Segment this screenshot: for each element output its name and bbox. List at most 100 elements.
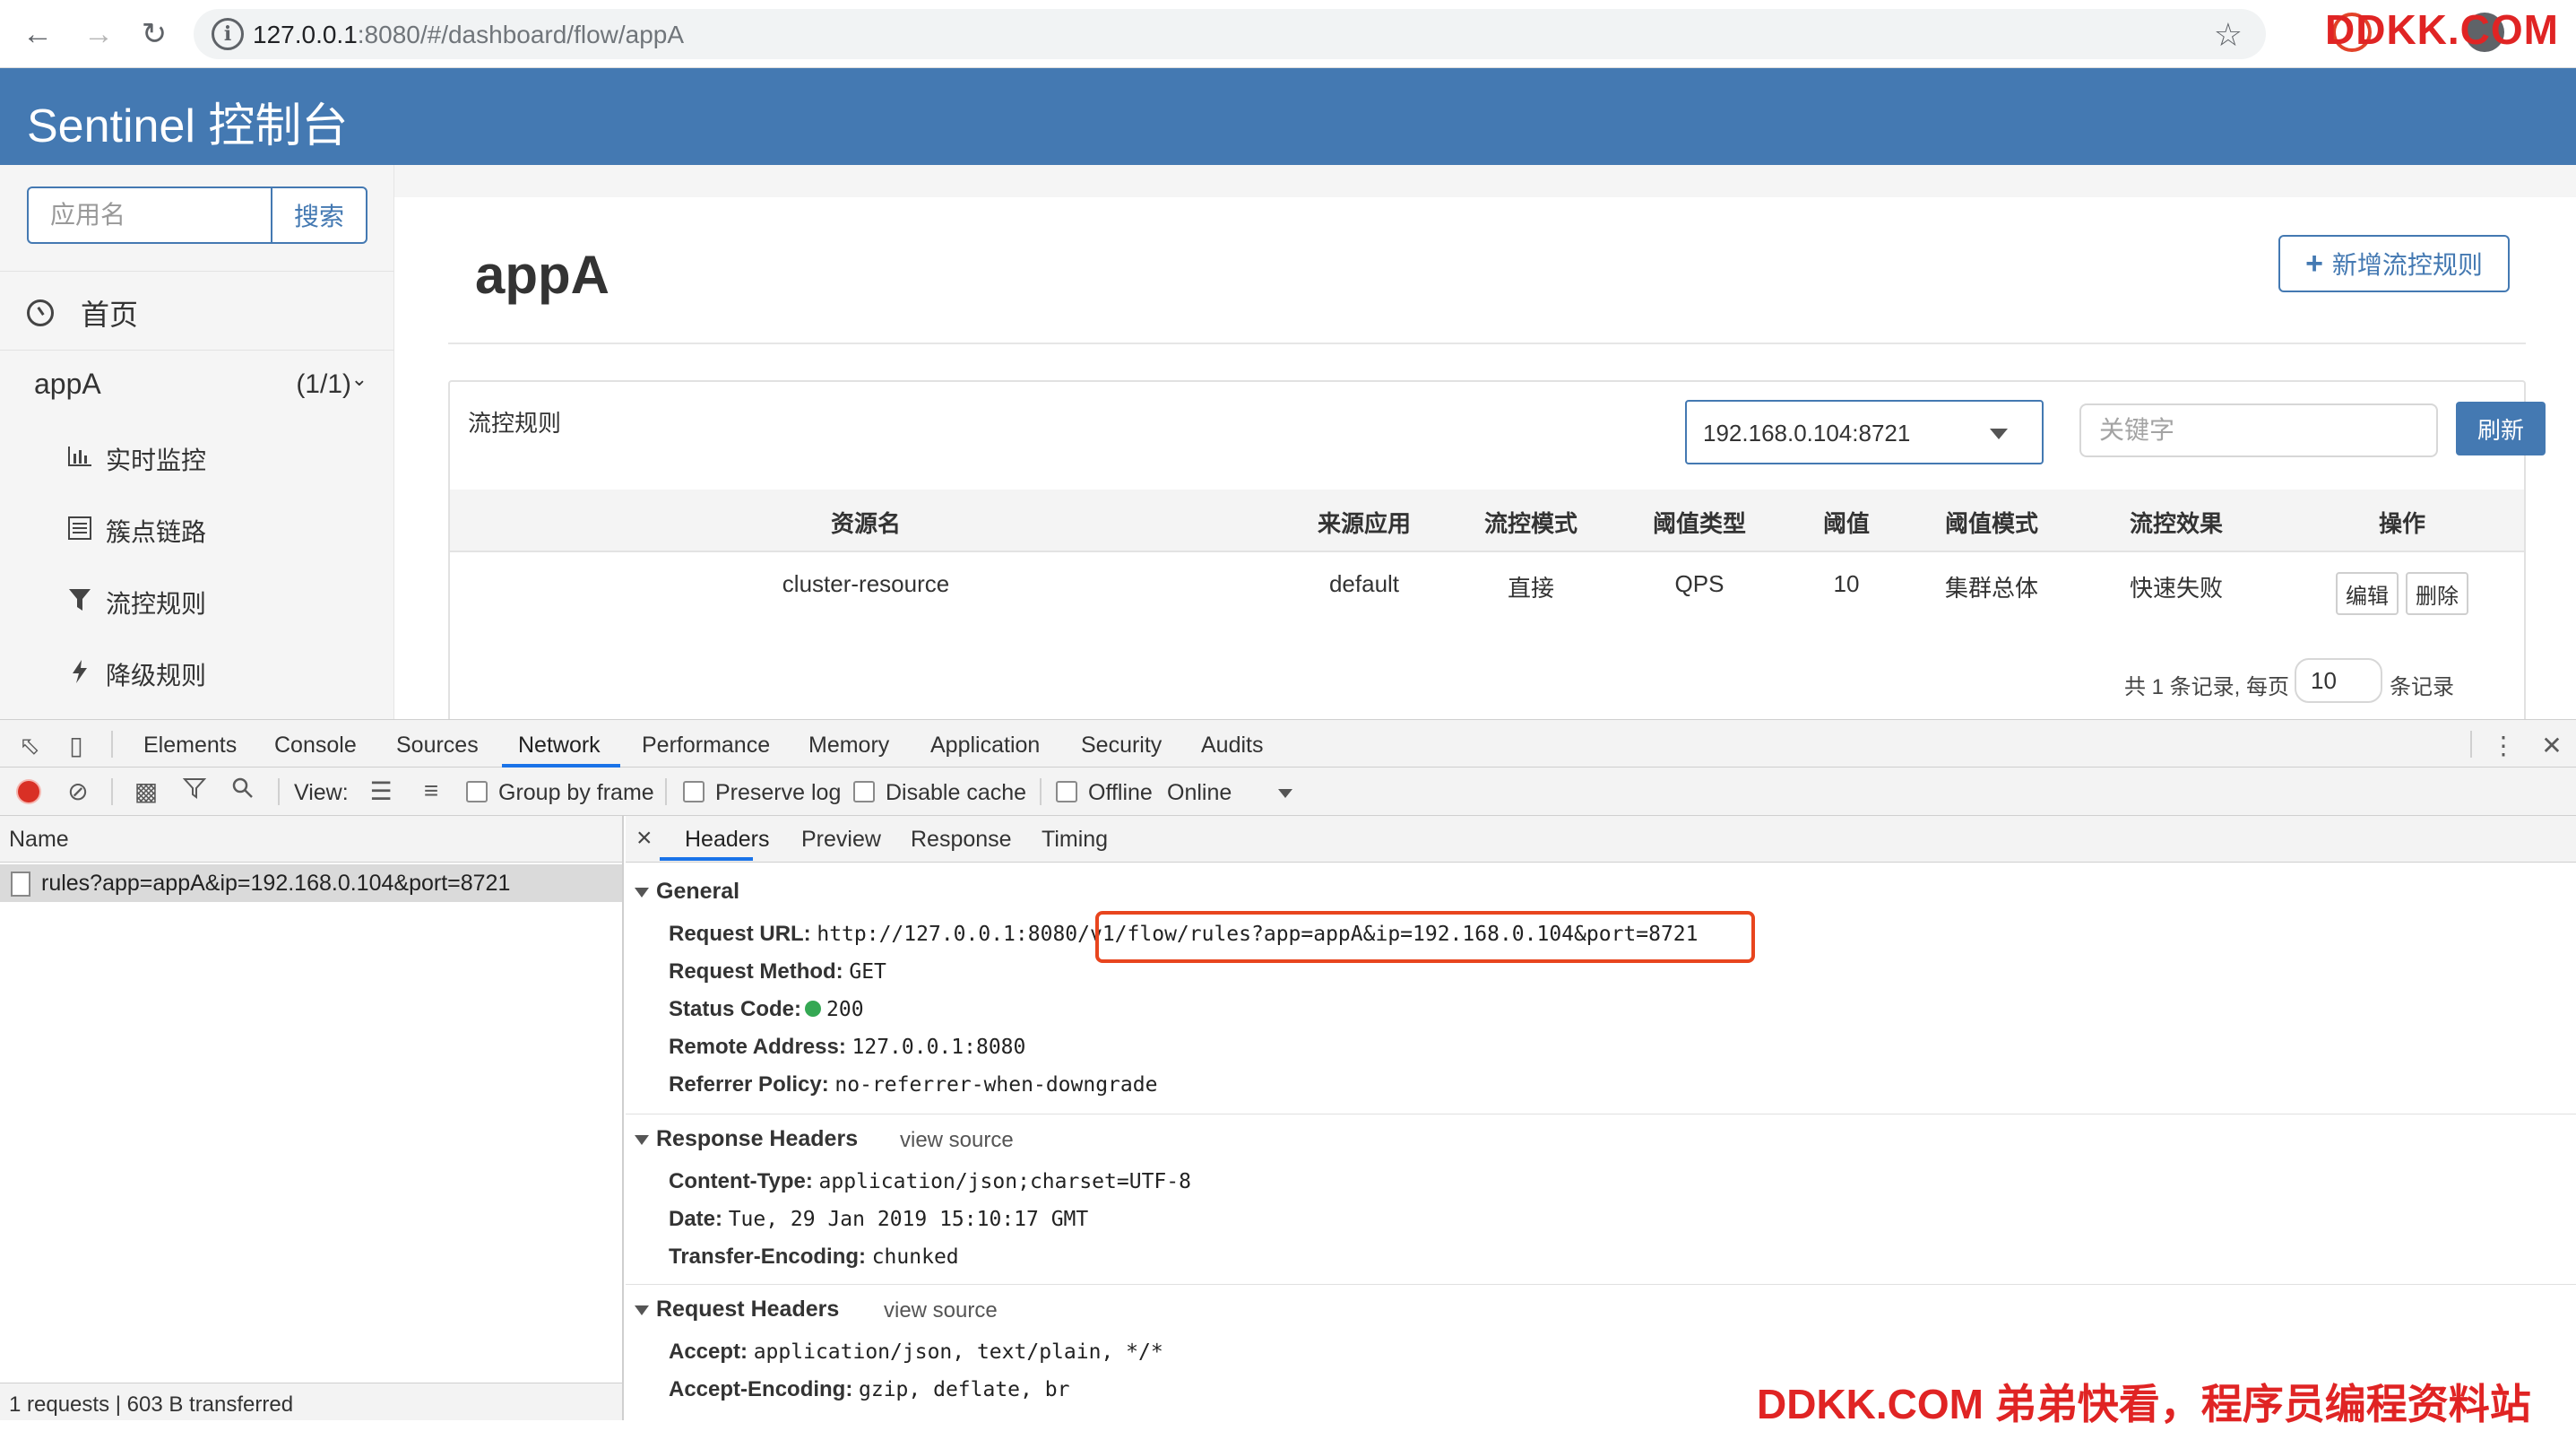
section-request-headers-toggle[interactable]: Request Headers [635,1297,839,1323]
edit-button[interactable]: 编辑 [2336,572,2399,615]
disable-cache-checkbox[interactable] [853,781,875,802]
panel-title: 流控规则 [468,410,562,437]
bookmark-star-icon[interactable]: ☆ [2214,16,2243,54]
main-content: appA + 新增流控规则 流控规则 192.168.0.104:8721 刷新… [394,165,2576,739]
device-toggle-icon[interactable]: ▯ [61,731,91,760]
reload-icon[interactable]: ↻ [133,13,176,56]
app-title[interactable]: Sentinel 控制台 [27,88,348,155]
column-header: 操作 [2378,510,2426,537]
back-arrow-icon[interactable]: ← [16,13,59,56]
watermark-logo: DDKK.COM [2325,6,2559,53]
column-header: 阈值类型 [1652,510,1747,537]
filter-icon[interactable] [179,776,210,806]
offline-checkbox[interactable] [1056,781,1077,802]
camera-icon[interactable]: ▩ [131,776,161,806]
sidebar-item-label: 降级规则 [106,662,207,689]
group-by-frame-checkbox[interactable] [466,781,488,802]
sidebar-divider [0,350,394,351]
section-general-toggle[interactable]: General [635,879,739,905]
sidebar: 搜索 首页 appA (1/1) ⌄ 实时监控 簇点链路 流控规则 降级规则 [0,165,394,719]
add-flow-rule-button[interactable]: + 新增流控规则 [2278,235,2510,292]
preserve-log-label: Preserve log [715,780,842,805]
request-list-header: Name [0,816,622,863]
search-icon[interactable] [228,776,258,806]
tab-security[interactable]: Security [1081,733,1162,759]
header-referrer-policy: Referrer Policy: no-referrer-when-downgr… [669,1072,1158,1097]
header-date: Date: Tue, 29 Jan 2019 15:10:17 GMT [669,1207,1089,1231]
bolt-icon [65,659,95,690]
tab-sources[interactable]: Sources [396,733,479,759]
tab-response[interactable]: Response [911,827,1012,853]
large-rows-icon[interactable]: ☰ [366,776,396,806]
app-name: appA [34,368,101,400]
app-search-button[interactable]: 搜索 [271,186,367,244]
tab-preview[interactable]: Preview [801,827,881,853]
machine-select[interactable]: 192.168.0.104:8721 [1685,400,2044,464]
tab-console[interactable]: Console [274,733,357,759]
address-url: 127.0.0.1:8080/#/dashboard/flow/appA [253,21,685,48]
sidebar-item-flow-rules[interactable]: 流控规则 [65,581,206,624]
tab-elements[interactable]: Elements [143,733,237,759]
page-title: appA [475,245,609,305]
tab-network[interactable]: Network [518,733,601,759]
tab-headers[interactable]: Headers [685,827,770,853]
page-size-input[interactable]: 10 [2295,658,2382,703]
sidebar-item-realtime-monitor[interactable]: 实时监控 [65,438,206,481]
section-title: Request Headers [656,1297,840,1322]
tab-application[interactable]: Application [930,733,1040,759]
address-bar[interactable]: i 127.0.0.1:8080/#/dashboard/flow/appA ☆ [194,9,2266,59]
request-view-source-link[interactable]: view source [884,1298,998,1323]
table-row: cluster-resource default 直接 QPS 10 集群总体 … [450,552,2524,628]
response-view-source-link[interactable]: view source [900,1128,1014,1153]
site-info-icon[interactable]: i [212,18,244,50]
offline-label: Offline [1088,780,1153,805]
tab-memory[interactable]: Memory [808,733,889,759]
document-icon [11,872,30,897]
devtools-panel: ⬁ ▯ Elements Console Sources Network Per… [0,719,2576,1420]
column-header-name[interactable]: Name [9,827,69,853]
delete-button[interactable]: 删除 [2406,572,2468,615]
header-content-type: Content-Type: application/json;charset=U… [669,1169,1191,1193]
url-highlight-annotation [1095,911,1755,963]
header-status-code: Status Code: 200 [669,997,864,1021]
active-tab-indicator [660,857,753,861]
column-header: 来源应用 [1317,510,1412,537]
waterfall-icon[interactable]: ≡ [416,776,446,805]
clear-icon[interactable]: ⊘ [63,776,93,806]
request-row[interactable]: rules?app=appA&ip=192.168.0.104&port=872… [0,864,622,902]
sidebar-item-cluster-chain[interactable]: 簇点链路 [65,509,206,552]
section-title: General [656,879,740,904]
tab-audits[interactable]: Audits [1201,733,1263,759]
pager-suffix-text: 条记录 [2390,675,2454,699]
record-icon[interactable] [18,781,39,802]
watermark-footer: DDKK.COM 弟弟快看，程序员编程资料站 [1757,1381,2531,1427]
preserve-log-checkbox[interactable] [683,781,705,802]
sidebar-item-degrade-rules[interactable]: 降级规则 [65,653,206,696]
header-accept-encoding: Accept-Encoding: gzip, deflate, br [669,1377,1070,1401]
sidebar-item-home[interactable]: 首页 [27,291,138,335]
sidebar-app-appA[interactable]: appA (1/1) ⌄ [34,362,367,407]
app-search-input[interactable] [27,186,271,244]
tab-performance[interactable]: Performance [642,733,770,759]
tab-timing[interactable]: Timing [1042,827,1108,853]
sidebar-item-label: 首页 [81,299,139,331]
caret-down-icon [1990,429,2008,439]
section-response-headers-toggle[interactable]: Response Headers [635,1126,858,1152]
throttle-select[interactable]: Online [1167,780,1232,806]
cell-grade: QPS [1674,570,1725,597]
refresh-button[interactable]: 刷新 [2456,402,2546,455]
inspect-element-icon[interactable]: ⬁ [14,731,45,760]
sidebar-item-label: 实时监控 [106,447,207,474]
close-icon[interactable]: × [636,823,653,854]
header-remote-address: Remote Address: 127.0.0.1:8080 [669,1035,1026,1059]
network-summary-bar: 1 requests | 603 B transferred [0,1383,622,1420]
more-options-icon[interactable]: ⋮ [2488,731,2519,760]
group-by-frame-label: Group by frame [498,780,654,805]
forward-arrow-icon[interactable]: → [77,13,120,56]
app-header: Sentinel 控制台 [0,68,2576,165]
devtools-tabbar: ⬁ ▯ Elements Console Sources Network Per… [0,719,2576,768]
view-label: View: [294,780,349,805]
keyword-input[interactable] [2079,403,2438,457]
column-header: 流控模式 [1483,510,1578,537]
close-icon[interactable]: ✕ [2537,731,2567,760]
